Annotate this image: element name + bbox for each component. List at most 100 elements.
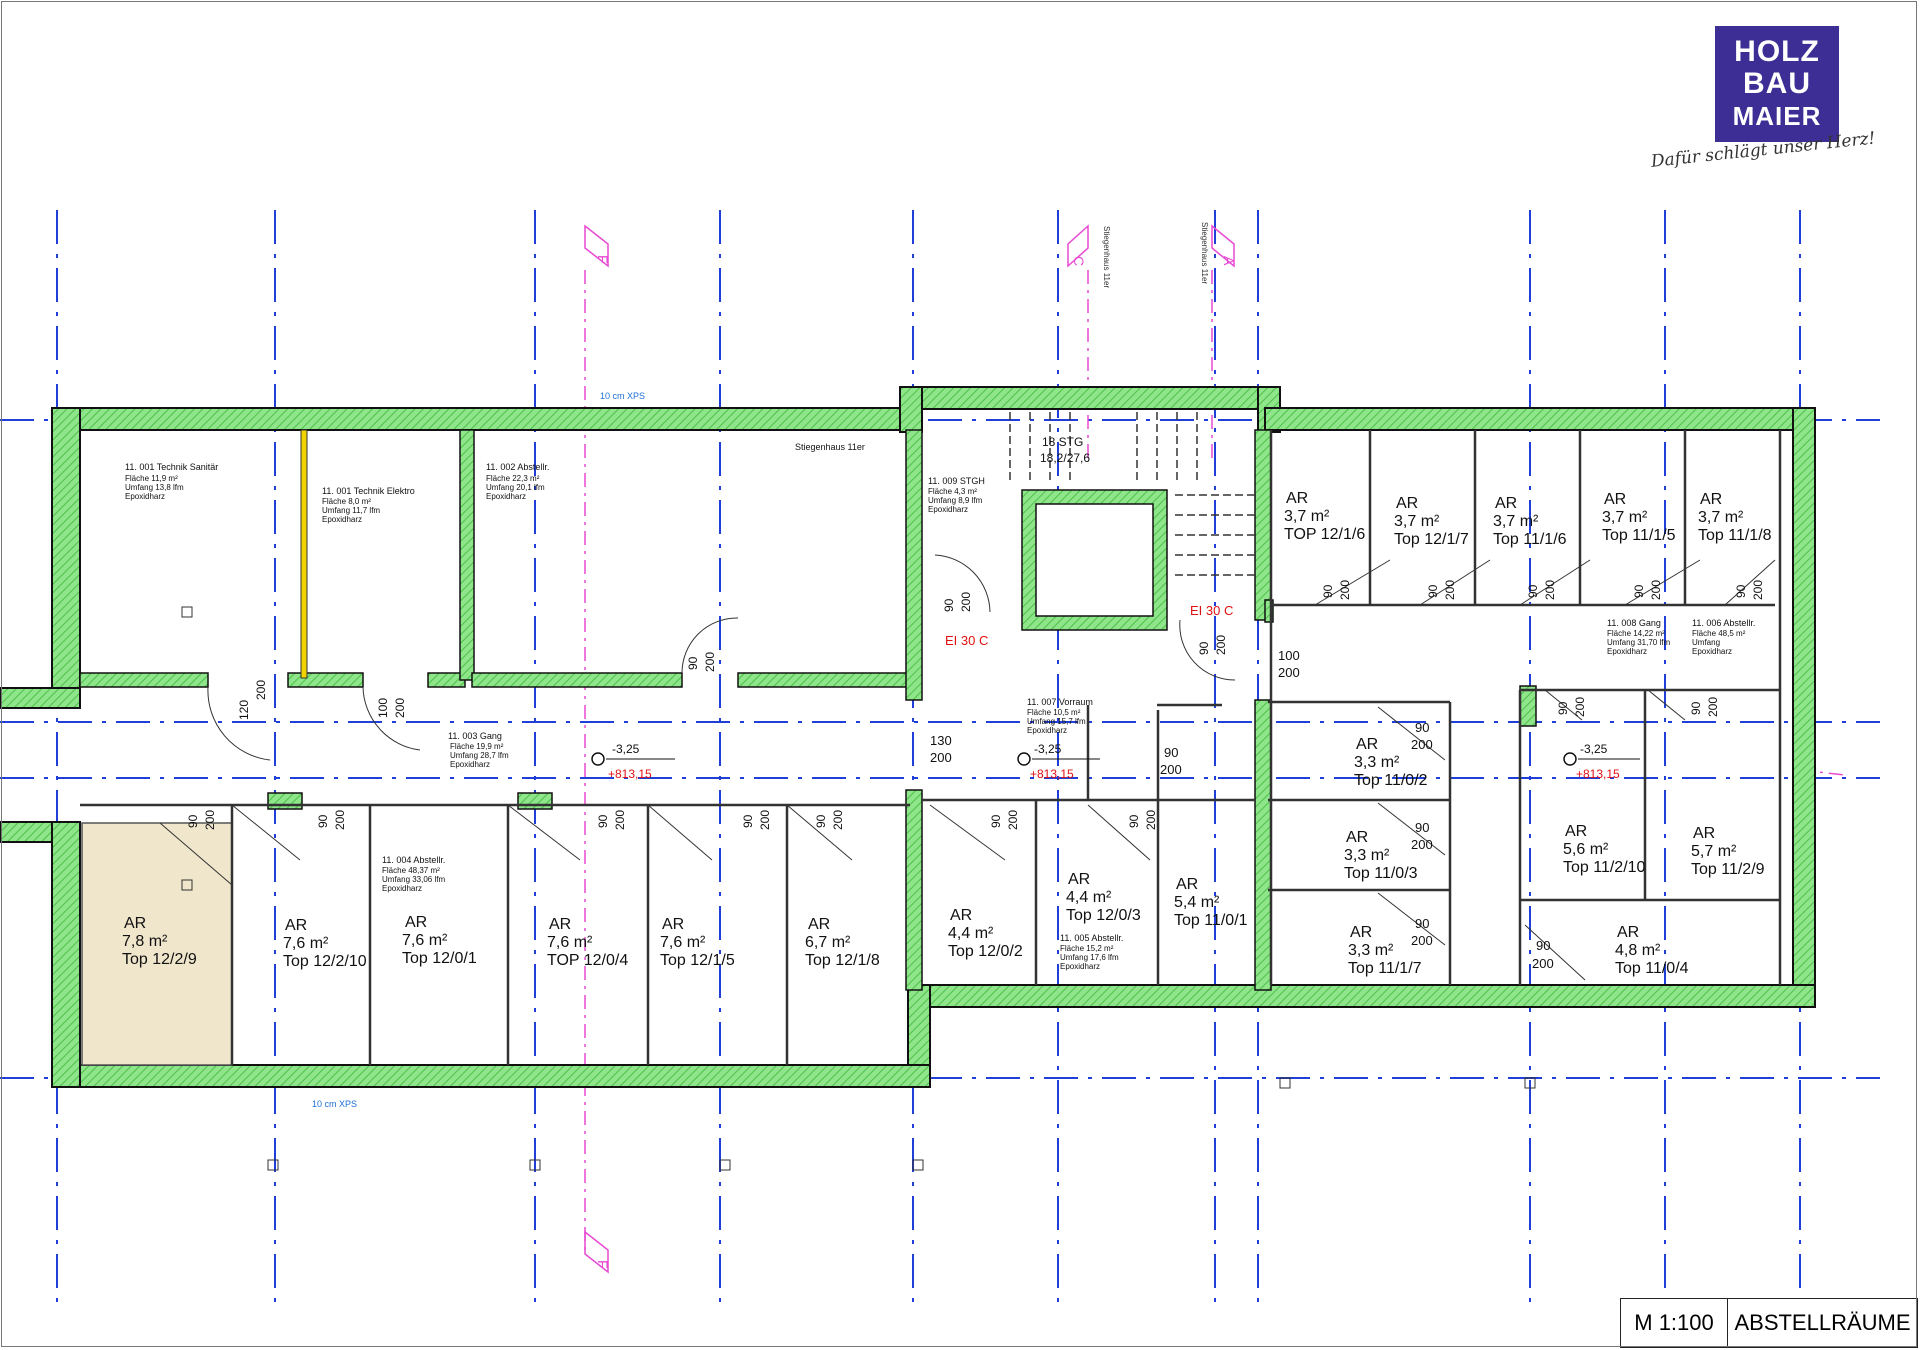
svg-text:5,6 m²: 5,6 m² [1563,841,1609,858]
svg-text:3,7 m²: 3,7 m² [1493,513,1539,530]
svg-text:Top 12/0/1: Top 12/0/1 [402,950,477,967]
svg-text:120: 120 [237,700,251,720]
svg-text:90: 90 [942,598,956,612]
svg-text:+813,15: +813,15 [1030,767,1074,781]
storage-unit-label: AR 7,6 m² TOP 12/0/4 [547,916,628,969]
svg-text:AR: AR [1700,491,1722,508]
svg-text:AR: AR [1617,924,1639,941]
svg-text:7,6 m²: 7,6 m² [283,935,329,952]
room-tag: 11. 001 Technik Elektro Fläche 8,0 m² Um… [322,486,415,524]
section-label-f-bottom: F [595,1260,611,1269]
svg-text:3,7 m²: 3,7 m² [1394,513,1440,530]
insulation-label-bottom: 10 cm XPS [312,1099,357,1109]
svg-text:4,4 m²: 4,4 m² [948,925,994,942]
svg-text:200: 200 [930,750,952,765]
svg-text:AR: AR [1286,490,1308,507]
storage-unit-label: AR 3,7 m² Top 12/1/7 [1394,495,1469,548]
svg-text:11. 001 Technik Elektro: 11. 001 Technik Elektro [322,486,415,496]
svg-text:200: 200 [203,810,217,830]
svg-text:5,7 m²: 5,7 m² [1691,843,1737,860]
section-marker-a: A Stiegenhaus 11er [1200,222,1237,284]
svg-text:90: 90 [1734,584,1748,598]
svg-text:90: 90 [596,814,610,828]
svg-text:Epoxidharz: Epoxidharz [382,884,422,893]
svg-text:200: 200 [703,652,717,672]
svg-text:90: 90 [814,814,828,828]
svg-text:90: 90 [1556,701,1570,715]
svg-text:200: 200 [1706,697,1720,717]
svg-text:90: 90 [1536,938,1550,953]
storage-unit-label: AR 3,7 m² TOP 12/1/6 [1284,490,1365,543]
svg-text:90: 90 [1127,814,1141,828]
svg-text:TOP 12/1/6: TOP 12/1/6 [1284,526,1365,543]
svg-text:90: 90 [186,814,200,828]
svg-text:200: 200 [1338,580,1352,600]
room-tag: 11. 009 STGH Fläche 4,3 m² Umfang 8,9 lf… [928,476,985,514]
svg-text:Top 12/1/7: Top 12/1/7 [1394,531,1469,548]
svg-text:Top 11/2/9: Top 11/2/9 [1691,861,1765,878]
svg-text:11. 004 Abstellr.: 11. 004 Abstellr. [382,855,445,865]
svg-text:AR: AR [1068,871,1090,888]
svg-text:Top 11/1/5: Top 11/1/5 [1602,527,1676,544]
floor-plan-drawing: F F C Stiegenhaus 11er A Stiegenhaus 11e… [0,210,1880,1310]
svg-text:Umfang 31,70 lfm: Umfang 31,70 lfm [1607,638,1670,647]
svg-text:AR: AR [1350,924,1372,941]
svg-text:Fläche 10,5 m²: Fläche 10,5 m² [1027,708,1081,717]
svg-text:200: 200 [333,810,347,830]
svg-text:Top 11/1/6: Top 11/1/6 [1493,531,1567,548]
svg-text:Umfang 17,6 lfm: Umfang 17,6 lfm [1060,953,1119,962]
svg-text:6,7 m²: 6,7 m² [805,934,851,951]
fire-rating-label: EI 30 C [1190,603,1233,618]
svg-text:200: 200 [393,698,407,718]
svg-text:90: 90 [686,656,700,670]
drawing-title: ABSTELLRÄUME [1734,1310,1911,1335]
svg-text:Top 11/0/1: Top 11/0/1 [1174,912,1248,929]
svg-text:AR: AR [405,914,427,931]
svg-text:Umfang 20,1 lfm: Umfang 20,1 lfm [486,483,545,492]
svg-text:11. 005 Abstellr.: 11. 005 Abstellr. [1060,933,1123,943]
storage-unit-label: AR 7,6 m² Top 12/0/1 [402,914,477,967]
svg-text:90: 90 [1689,701,1703,715]
svg-text:200: 200 [1411,837,1433,852]
storage-unit-label: AR 6,7 m² Top 12/1/8 [805,916,880,969]
svg-text:Umfang 13,8 lfm: Umfang 13,8 lfm [125,483,184,492]
svg-text:200: 200 [831,810,845,830]
svg-text:200: 200 [1214,635,1228,655]
svg-text:11. 003 Gang: 11. 003 Gang [448,731,502,741]
svg-text:3,3 m²: 3,3 m² [1354,754,1400,771]
svg-text:3,7 m²: 3,7 m² [1602,509,1648,526]
svg-text:200: 200 [1573,697,1587,717]
svg-text:AR: AR [1565,823,1587,840]
scale-label: M 1:100 [1621,1299,1728,1347]
svg-text:AR: AR [1346,829,1368,846]
svg-text:11. 001 Technik Sanitär: 11. 001 Technik Sanitär [125,462,218,472]
logo-line-3: MAIER [1732,101,1822,131]
svg-text:AR: AR [662,916,684,933]
svg-text:Fläche 19,9 m²: Fläche 19,9 m² [450,742,504,751]
section-label-f-top: F [595,255,611,264]
svg-text:AR: AR [808,916,830,933]
svg-text:90: 90 [1526,584,1540,598]
svg-text:90: 90 [1321,584,1335,598]
storage-unit-label: AR 3,3 m² Top 11/1/7 [1348,924,1422,977]
storage-unit-label: AR 5,6 m² Top 11/2/10 [1563,823,1646,876]
svg-text:7,6 m²: 7,6 m² [402,932,448,949]
svg-text:AR: AR [1693,825,1715,842]
svg-text:130: 130 [930,733,952,748]
room-tag: 11. 008 Gang Fläche 14,22 m² Umfang 31,7… [1607,618,1670,656]
svg-text:Epoxidharz: Epoxidharz [450,760,490,769]
svg-text:Umfang 11,7 lfm: Umfang 11,7 lfm [322,506,380,515]
level-marker: -3,25 +813,15 [1563,742,1640,781]
insulation-label-top: 10 cm XPS [600,391,645,401]
svg-text:200: 200 [1278,665,1300,680]
title-block: M 1:100 ABSTELLRÄUME [1620,1298,1918,1348]
svg-text:Top 11/1/7: Top 11/1/7 [1348,960,1422,977]
storage-unit-label: AR 4,4 m² Top 12/0/3 [1066,871,1141,924]
svg-text:AR: AR [1176,876,1198,893]
logo-line-2: BAU [1743,67,1811,100]
svg-text:Top 12/2/10: Top 12/2/10 [283,953,367,970]
svg-text:Umfang 28,7 lfm: Umfang 28,7 lfm [450,751,509,760]
svg-text:100: 100 [1278,648,1300,663]
svg-text:Umfang 15,7 lfm: Umfang 15,7 lfm [1027,717,1086,726]
svg-text:Top 12/1/5: Top 12/1/5 [660,952,735,969]
